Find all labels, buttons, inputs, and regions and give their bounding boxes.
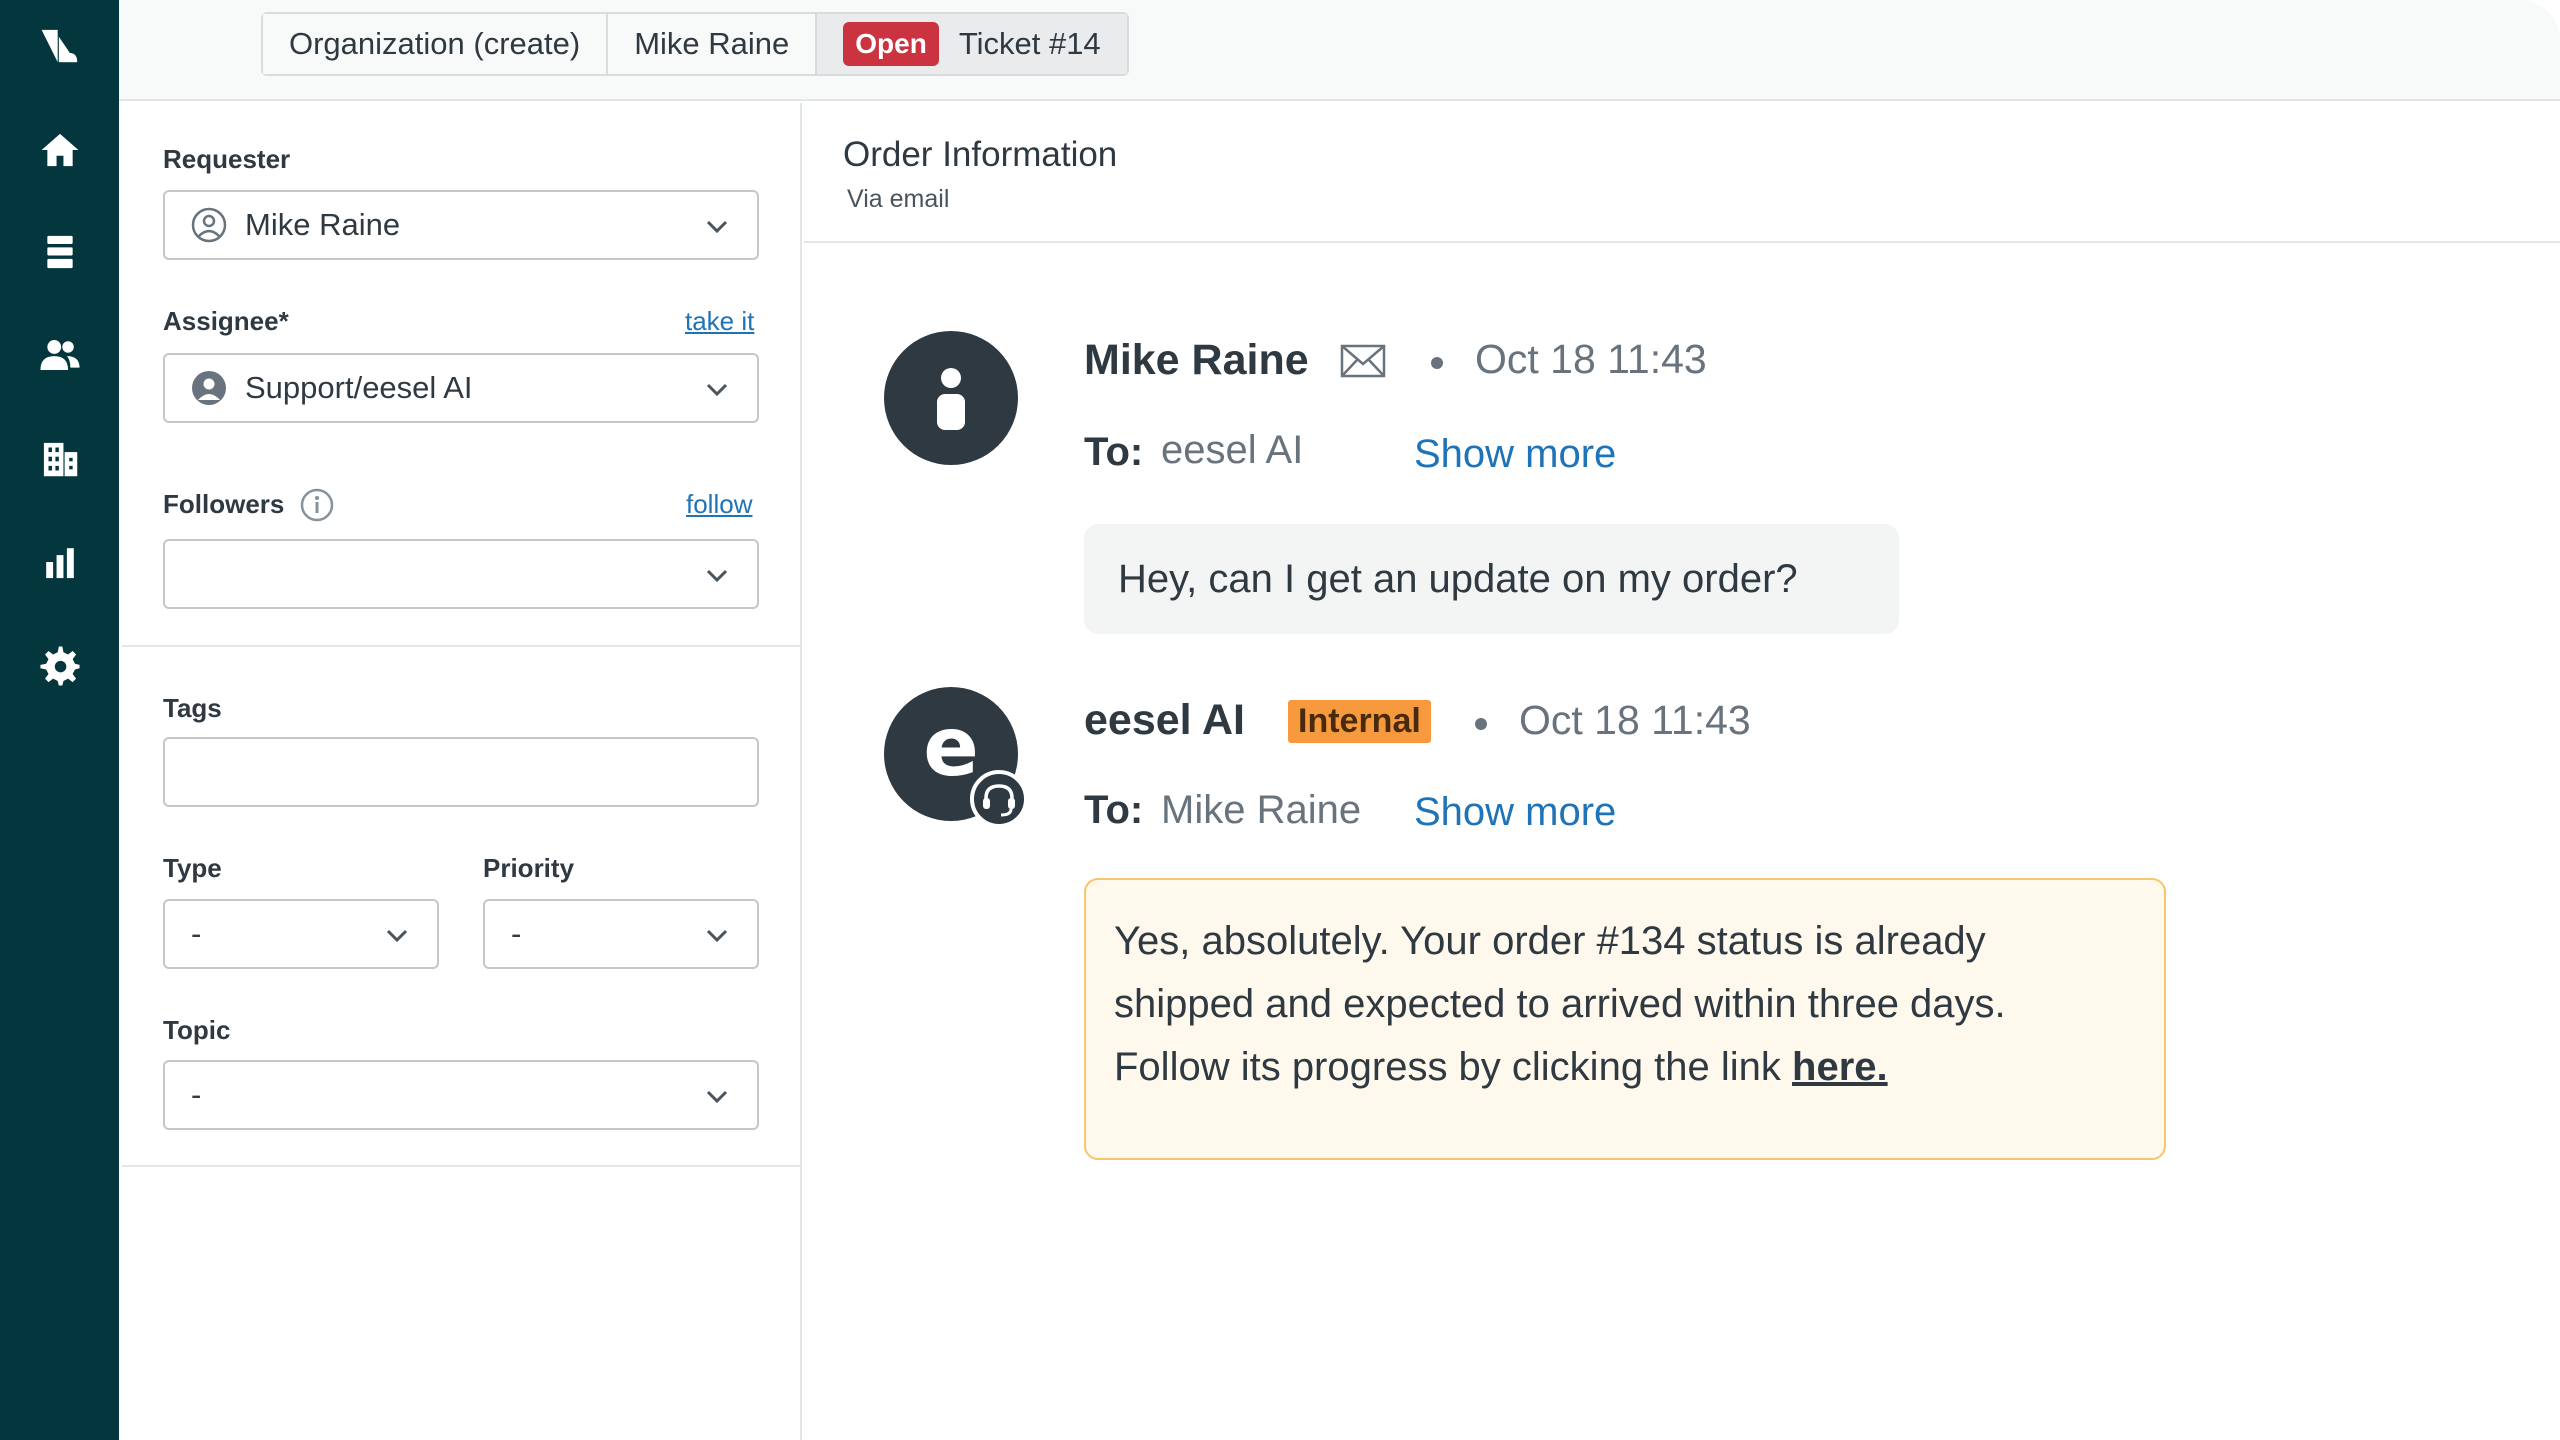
priority-label: Priority: [483, 853, 575, 883]
tab-user-label: Mike Raine: [634, 26, 790, 61]
assignee-value: Support/eesel AI: [245, 370, 473, 405]
requester-avatar: [884, 331, 1018, 465]
message-author: Mike Raine: [1084, 336, 1309, 384]
chevron-down-icon: [706, 929, 728, 943]
section-divider: [122, 1165, 800, 1167]
take-it-link[interactable]: take it: [685, 306, 754, 337]
note-line-1: Yes, absolutely. Your order #134 status …: [1114, 919, 1986, 963]
tab-user[interactable]: Mike Raine: [608, 14, 818, 74]
message-timestamp: Oct 18 11:43: [1519, 697, 1751, 743]
internal-note-body: Yes, absolutely. Your order #134 status …: [1084, 878, 2166, 1160]
followers-label: Followers: [163, 489, 285, 519]
assignee-select[interactable]: Support/eesel AI: [163, 353, 759, 423]
topic-value: -: [191, 1077, 202, 1112]
ticket-status-badge: Open: [843, 22, 939, 66]
ticket-properties-panel: Requester Mike Raine Assignee* take it S…: [122, 103, 802, 1440]
followers-select[interactable]: [163, 539, 759, 609]
show-more-link[interactable]: Show more: [1414, 432, 1616, 477]
assignee-label: Assignee*: [163, 306, 289, 336]
topic-select[interactable]: -: [163, 1060, 759, 1130]
requester-select[interactable]: Mike Raine: [163, 190, 759, 260]
note-line-3-text: Follow its progress by clicking the link: [1114, 1045, 1793, 1089]
chevron-down-icon: [706, 383, 728, 397]
chevron-down-icon: [706, 1090, 728, 1104]
app-window: Organization (create) Mike Raine Open Ti…: [0, 0, 2560, 1440]
customers-icon[interactable]: [0, 315, 119, 395]
internal-note-badge: Internal: [1288, 700, 1431, 743]
settings-icon[interactable]: [0, 626, 119, 706]
user-circle-icon: [191, 207, 227, 243]
to-recipient: eesel AI: [1161, 428, 1304, 472]
reporting-icon[interactable]: [0, 522, 119, 602]
separator-dot: [1475, 718, 1487, 730]
section-divider: [122, 645, 800, 647]
requester-label: Requester: [163, 144, 291, 174]
tab-organization-label: Organization (create): [289, 26, 581, 61]
show-more-link[interactable]: Show more: [1414, 790, 1616, 835]
separator-dot: [1431, 357, 1443, 369]
chevron-down-icon: [706, 220, 728, 234]
organizations-icon[interactable]: [0, 419, 119, 499]
to-label: To:: [1084, 430, 1144, 474]
message-body: Hey, can I get an update on my order?: [1084, 524, 1899, 634]
agent-headset-icon: [970, 770, 1028, 828]
tab-ticket-label: Ticket #14: [958, 26, 1101, 61]
zendesk-logo-icon[interactable]: [0, 6, 119, 86]
main-nav: [0, 0, 119, 1440]
email-icon: [1340, 344, 1386, 378]
note-line-3: Follow its progress by clicking the link…: [1114, 1036, 2136, 1099]
follow-link[interactable]: follow: [686, 489, 752, 520]
agent-avatar-icon: [192, 371, 226, 405]
conversation-header: Order Information Via email: [804, 103, 2560, 243]
tags-label: Tags: [163, 693, 222, 723]
message-timestamp: Oct 18 11:43: [1475, 336, 1707, 382]
ticket-subject: Order Information: [843, 135, 1118, 174]
tab-group: Organization (create) Mike Raine Open Ti…: [261, 12, 1129, 76]
tab-organization[interactable]: Organization (create): [263, 14, 609, 74]
home-icon[interactable]: [0, 110, 119, 190]
message-author: eesel AI: [1084, 696, 1245, 744]
topic-label: Topic: [163, 1015, 231, 1045]
tags-input[interactable]: [163, 737, 759, 807]
type-label: Type: [163, 853, 222, 883]
views-icon[interactable]: [0, 212, 119, 292]
type-value: -: [191, 916, 202, 951]
chevron-down-icon: [386, 929, 408, 943]
info-icon[interactable]: [300, 488, 334, 522]
user-icon: [937, 368, 965, 430]
note-line-2: shipped and expected to arrived within t…: [1114, 982, 2006, 1026]
order-tracking-link[interactable]: here.: [1792, 1045, 1888, 1089]
tab-bar: Organization (create) Mike Raine Open Ti…: [119, 0, 2560, 101]
ticket-channel: Via email: [847, 185, 950, 213]
type-select[interactable]: -: [163, 899, 439, 969]
chevron-down-icon: [706, 569, 728, 583]
priority-select[interactable]: -: [483, 899, 759, 969]
to-label: To:: [1084, 788, 1144, 832]
tab-ticket[interactable]: Open Ticket #14: [817, 14, 1127, 74]
priority-value: -: [511, 916, 522, 951]
to-recipient: Mike Raine: [1161, 788, 1362, 832]
requester-value: Mike Raine: [245, 207, 401, 242]
